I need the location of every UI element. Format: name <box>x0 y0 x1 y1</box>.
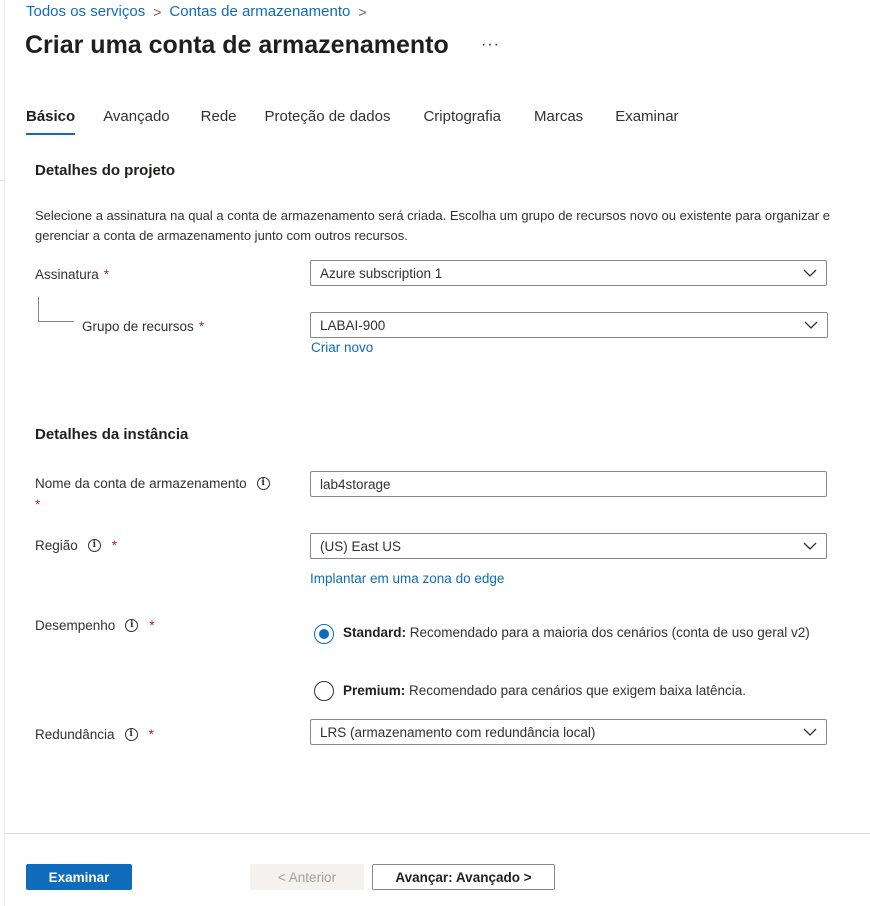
project-details-description: Selecione a assinatura na qual a conta d… <box>35 208 830 243</box>
chevron-down-icon <box>804 321 818 329</box>
storage-name-label-text: Nome da conta de armazenamento <box>35 476 247 491</box>
performance-standard-option[interactable]: Standard: Recomendado para a maioria dos… <box>314 622 814 644</box>
tab-data-protection[interactable]: Proteção de dados <box>265 108 391 135</box>
region-value: (US) East US <box>320 538 402 554</box>
subscription-label: Assinatura * <box>35 267 109 282</box>
info-icon[interactable]: i <box>125 619 139 632</box>
tab-review[interactable]: Examinar <box>615 108 678 135</box>
previous-button[interactable]: < Anterior <box>250 864 364 890</box>
redundancy-label-text: Redundância <box>35 727 115 742</box>
standard-option-description: Recomendado para a maioria dos cenários … <box>406 625 810 640</box>
redundancy-value: LRS (armazenamento com redundância local… <box>320 724 596 740</box>
chevron-down-icon <box>803 542 817 550</box>
tab-networking[interactable]: Rede <box>201 108 237 135</box>
info-icon[interactable]: i <box>256 477 270 490</box>
performance-premium-radio[interactable] <box>314 681 334 701</box>
storage-name-text[interactable] <box>320 476 826 492</box>
storage-name-input[interactable] <box>310 471 827 497</box>
breadcrumb-storage-accounts[interactable]: Contas de armazenamento <box>169 3 350 20</box>
performance-label: Desempenho i * <box>35 618 155 633</box>
subscription-label-text: Assinatura <box>35 267 99 282</box>
resource-group-value: LABAI-900 <box>320 317 386 333</box>
chevron-down-icon <box>803 269 817 277</box>
tree-connector-line <box>38 297 39 321</box>
required-mark: * <box>149 618 155 633</box>
create-new-resource-group-link[interactable]: Criar novo <box>311 340 373 355</box>
tab-advanced[interactable]: Avançado <box>103 108 169 135</box>
tab-basics[interactable]: Básico <box>26 108 76 135</box>
premium-option-description: Recomendado para cenários que exigem bai… <box>405 683 746 698</box>
instance-details-heading: Detalhes da instância <box>35 426 189 443</box>
review-button[interactable]: Examinar <box>26 864 132 890</box>
standard-option-name: Standard: <box>343 625 407 640</box>
breadcrumb-separator: > <box>153 3 162 20</box>
performance-premium-option[interactable]: Premium: Recomendado para cenários que e… <box>343 680 746 702</box>
subscription-dropdown[interactable]: Azure subscription 1 <box>310 260 827 286</box>
resource-group-label-text: Grupo de recursos <box>82 319 194 334</box>
storage-name-label: Nome da conta de armazenamento i <box>35 476 270 491</box>
region-label: Região i * <box>35 538 117 553</box>
left-panel-divider <box>0 180 4 181</box>
page-title: Criar uma conta de armazenamento <box>25 31 449 59</box>
redundancy-label: Redundância i * <box>35 727 154 742</box>
required-mark: * <box>198 319 205 334</box>
redundancy-dropdown[interactable]: LRS (armazenamento com redundância local… <box>310 719 827 745</box>
footer-divider <box>4 833 870 834</box>
tab-encryption[interactable]: Criptografia <box>423 108 501 135</box>
tab-tags[interactable]: Marcas <box>534 108 583 135</box>
info-icon[interactable]: i <box>124 728 138 741</box>
required-mark: * <box>111 538 118 553</box>
left-panel-border <box>4 0 5 906</box>
region-label-text: Região <box>35 538 78 553</box>
breadcrumb-all-services[interactable]: Todos os serviços <box>26 3 145 20</box>
resource-group-label: Grupo de recursos * <box>82 319 204 334</box>
tree-connector-line <box>38 321 74 322</box>
deploy-edge-zone-link[interactable]: Implantar em uma zona do edge <box>310 571 504 586</box>
breadcrumb: Todos os serviços > Contas de armazename… <box>26 3 375 20</box>
performance-label-text: Desempenho <box>35 618 116 633</box>
resource-group-dropdown[interactable]: LABAI-900 <box>310 312 828 338</box>
more-options-button[interactable]: ··· <box>481 36 500 54</box>
breadcrumb-separator: > <box>358 3 367 20</box>
tab-bar: Básico Avançado Rede Proteção de dados C… <box>26 108 679 135</box>
required-mark: * <box>35 497 41 512</box>
project-details-heading: Detalhes do projeto <box>35 162 176 179</box>
premium-option-name: Premium: <box>343 683 406 698</box>
required-mark: * <box>148 727 154 742</box>
required-mark: * <box>103 267 110 282</box>
info-icon[interactable]: i <box>87 539 101 552</box>
chevron-down-icon <box>803 728 817 736</box>
subscription-value: Azure subscription 1 <box>320 265 443 281</box>
region-dropdown[interactable]: (US) East US <box>310 533 827 559</box>
next-advanced-button[interactable]: Avançar: Avançado > <box>372 864 555 890</box>
